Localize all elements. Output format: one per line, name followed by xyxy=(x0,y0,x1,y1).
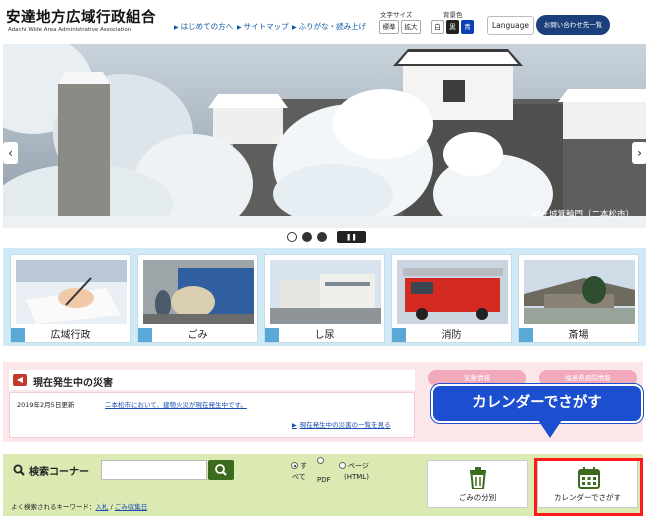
garbage-sorting-label: ごみの分別 xyxy=(458,493,497,502)
category-fire[interactable]: 消防 xyxy=(391,254,512,343)
garbage-truck-image xyxy=(143,260,254,324)
disaster-title: 現在発生中の災害 xyxy=(33,378,113,389)
search-scope-html-label-2: (HTML) xyxy=(344,473,369,482)
corner-arrow-icon xyxy=(138,328,152,342)
corner-arrow-icon xyxy=(11,328,25,342)
disaster-list-link[interactable]: ▶ 現在発生中の災害の一覧を見る xyxy=(292,419,391,429)
search-scope-html-label: ページ xyxy=(348,462,369,471)
disaster-header: ◀ 現在発生中の災害 xyxy=(9,370,415,390)
corner-arrow-icon xyxy=(392,328,406,342)
scope-all-line2: べて xyxy=(292,473,306,481)
site-header: 安達地方広域行政組合 Adachi Wide Area Administrati… xyxy=(0,0,650,44)
slide-dot-3[interactable] xyxy=(317,232,327,242)
category-label: 消防 xyxy=(441,330,462,341)
hero-next-button[interactable]: › xyxy=(632,142,647,164)
keyword-separator: / xyxy=(110,503,113,511)
category-label: し尿 xyxy=(314,330,335,341)
calendar-callout: カレンダーでさがす xyxy=(431,384,643,423)
nav-first-time-label: はじめての方へ xyxy=(180,22,234,31)
fire-engine-image xyxy=(397,260,508,324)
site-logo[interactable]: 安達地方広域行政組合 xyxy=(6,6,156,27)
category-garbage[interactable]: ごみ xyxy=(137,254,258,343)
search-button[interactable] xyxy=(208,460,234,480)
nav-furigana-label: ふりがな・読み上げ xyxy=(298,22,367,31)
disaster-news-link[interactable]: 二本松市において、建物火災が現在発生中です。 xyxy=(105,399,247,409)
hero-prev-button[interactable]: ‹ xyxy=(3,142,18,164)
trash-can-icon xyxy=(470,467,486,489)
font-size-label: 文字サイズ xyxy=(380,11,413,19)
corner-arrow-icon xyxy=(519,328,533,342)
category-panel: 広域行政 ごみ し尿 消防 斎場 xyxy=(3,248,646,346)
chevron-right-icon: › xyxy=(637,146,642,160)
search-input[interactable] xyxy=(101,460,207,480)
frequent-keywords: よく検索されるキーワード：入札 / ごみ収集日 xyxy=(11,501,147,511)
scope-html-line2: (HTML) xyxy=(344,473,369,481)
font-size-standard-button[interactable]: 標準 xyxy=(379,20,399,34)
writing-hand-image xyxy=(16,260,127,324)
arrow-right-icon: ▶ xyxy=(292,24,297,31)
nav-sitemap[interactable]: ▶ サイトマップ xyxy=(237,21,289,32)
category-label: ごみ xyxy=(187,330,208,341)
disaster-body: 2019年2月5日更新 二本松市において、建物火災が現在発生中です。 ▶ 現在発生… xyxy=(9,392,415,438)
keyword-link-bidding[interactable]: 入札 xyxy=(96,503,109,511)
keyword-link-collection-day[interactable]: ごみ収集日 xyxy=(115,503,148,511)
category-administration[interactable]: 広域行政 xyxy=(10,254,131,343)
font-size-large-button[interactable]: 拡大 xyxy=(401,20,421,34)
nav-furigana[interactable]: ▶ ふりがな・読み上げ xyxy=(292,21,366,32)
treatment-plant-image xyxy=(270,260,381,324)
slideshow-stop-button[interactable]: ❚❚ Stop xyxy=(337,231,366,253)
hero-caption: 霞ヶ城箕輪門（二本松市） xyxy=(532,210,635,220)
search-scope-all-radio[interactable] xyxy=(291,462,298,469)
scope-all-line1: す xyxy=(300,462,307,470)
megaphone-icon: ◀ xyxy=(13,374,27,386)
search-icon xyxy=(215,464,227,476)
search-scope-all-label-2: べて xyxy=(292,473,306,482)
category-label: 広域行政 xyxy=(50,330,91,341)
category-sewage[interactable]: し尿 xyxy=(264,254,385,343)
garbage-sorting-button[interactable]: ごみの分別 xyxy=(427,460,528,508)
bg-blue-button[interactable]: 青 xyxy=(461,20,474,34)
bg-color-label: 背景色 xyxy=(443,11,463,19)
slide-dot-1[interactable] xyxy=(287,232,297,242)
search-scope-html-radio[interactable] xyxy=(339,462,346,469)
search-title: 検索コーナー xyxy=(29,467,89,478)
bg-black-button[interactable]: 黒 xyxy=(446,20,459,34)
search-scope-pdf-label: PDF xyxy=(317,476,331,484)
language-button[interactable]: Language xyxy=(487,16,534,35)
slide-dot-2[interactable] xyxy=(302,232,312,242)
disaster-list-label: 現在発生中の災害の一覧を見る xyxy=(299,421,391,429)
crematorium-image xyxy=(524,260,635,324)
category-label: 斎場 xyxy=(568,330,589,341)
arrow-right-icon: ▶ xyxy=(174,24,179,31)
scope-html-line1: ページ xyxy=(348,462,369,470)
nav-sitemap-label: サイトマップ xyxy=(243,22,289,31)
search-icon xyxy=(13,464,25,476)
search-scope-pdf-radio[interactable] xyxy=(317,457,324,464)
bg-white-button[interactable]: 白 xyxy=(431,20,444,34)
pause-icon: ❚❚ xyxy=(346,233,357,241)
site-logo-english: Adachi Wide Area Administrative Associat… xyxy=(8,27,132,33)
arrow-right-icon: ▶ xyxy=(292,422,297,429)
category-crematorium[interactable]: 斎場 xyxy=(518,254,639,343)
highlight-frame xyxy=(534,458,643,516)
chevron-left-icon: ‹ xyxy=(8,146,13,160)
nav-first-time[interactable]: ▶ はじめての方へ xyxy=(174,21,233,32)
arrow-right-icon: ▶ xyxy=(237,24,242,31)
hero-slideshow xyxy=(3,44,646,228)
callout-pointer xyxy=(538,420,562,438)
disaster-date: 2019年2月5日更新 xyxy=(17,401,75,409)
frequent-keywords-label: よく検索されるキーワード： xyxy=(11,503,96,511)
snowy-castle-gate-photo xyxy=(3,44,646,228)
corner-arrow-icon xyxy=(265,328,279,342)
contact-list-button[interactable]: お問い合わせ先一覧 xyxy=(536,15,610,35)
search-scope-all-label: す xyxy=(300,462,307,471)
